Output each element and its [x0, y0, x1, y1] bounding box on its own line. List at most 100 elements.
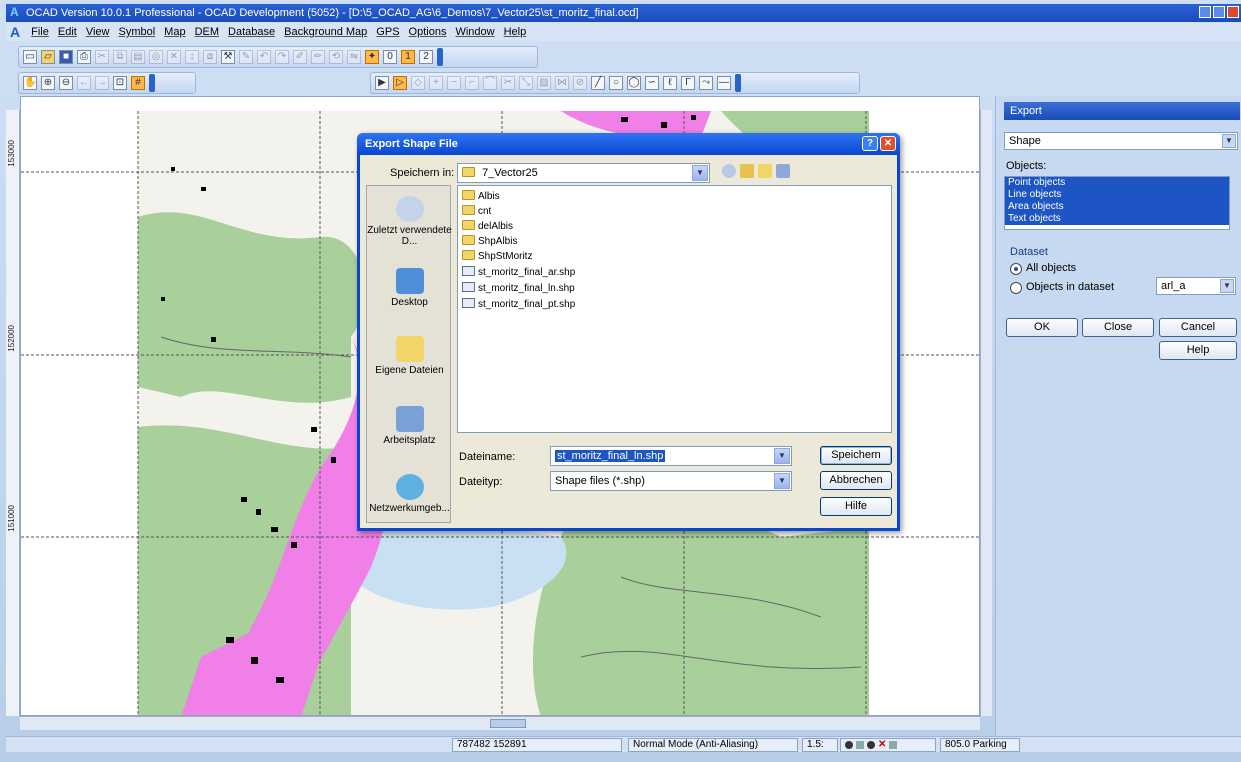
open-folder-icon[interactable]: ▱	[41, 50, 55, 64]
layer-icon[interactable]	[889, 741, 898, 749]
menu-dem[interactable]: DEM	[195, 26, 219, 38]
list-item[interactable]: cnt	[462, 205, 491, 219]
list-item[interactable]: ShpStMoritz	[462, 250, 532, 264]
select-arrow-icon[interactable]: ▶	[375, 76, 389, 90]
delete-icon[interactable]: ✕	[167, 50, 181, 64]
ok-button[interactable]: OK	[1006, 318, 1078, 337]
copy-icon[interactable]: ⧉	[113, 50, 127, 64]
horizontal-scrollbar[interactable]	[20, 716, 980, 730]
all-objects-radio[interactable]	[1010, 263, 1022, 275]
symbol-state-icon[interactable]: ✦	[365, 50, 379, 64]
fill-icon[interactable]: ▨	[537, 76, 551, 90]
close-icon[interactable]: ✕	[878, 739, 886, 751]
back-arrow-icon[interactable]: ←	[77, 76, 91, 90]
mirror-icon[interactable]: ⇋	[347, 50, 361, 64]
close-button[interactable]	[1227, 6, 1239, 18]
place-my-computer[interactable]: Arbeitsplatz	[367, 406, 452, 446]
menu-view[interactable]: View	[86, 26, 110, 38]
file-list[interactable]: Albis cnt delAlbis ShpAlbis ShpStMoritz …	[457, 185, 892, 433]
menu-window[interactable]: Window	[455, 26, 494, 38]
binoculars-icon[interactable]: ◎	[149, 50, 163, 64]
new-file-icon[interactable]: ▭	[23, 50, 37, 64]
numeric-mode-icon[interactable]: —	[717, 76, 731, 90]
place-recent[interactable]: Zuletzt verwendete D...	[367, 196, 452, 247]
list-item[interactable]: Text objects	[1005, 213, 1229, 225]
chevron-down-icon[interactable]: ▼	[774, 473, 790, 489]
close-icon[interactable]: ✕	[880, 136, 896, 151]
format-select[interactable]: Shape ▼	[1004, 132, 1238, 150]
forward-arrow-icon[interactable]: →	[95, 76, 109, 90]
hammer-icon[interactable]: ⚒	[221, 50, 235, 64]
merge-icon[interactable]: ⋈	[555, 76, 569, 90]
filename-input[interactable]: st_moritz_final_ln.shp ▼	[550, 446, 792, 466]
chevron-down-icon[interactable]: ▼	[774, 448, 790, 464]
menu-help[interactable]: Help	[504, 26, 527, 38]
maximize-button[interactable]	[1213, 6, 1225, 18]
menu-symbol[interactable]: Symbol	[118, 26, 155, 38]
add-vertex-icon[interactable]: +	[429, 76, 443, 90]
list-item[interactable]: delAlbis	[462, 220, 513, 234]
chevron-down-icon[interactable]: ▼	[692, 165, 708, 181]
edit-icon[interactable]: ✎	[239, 50, 253, 64]
print-icon[interactable]: ⎙	[77, 50, 91, 64]
chevron-down-icon[interactable]: ▼	[1220, 279, 1234, 293]
move-icon[interactable]: ↕	[185, 50, 199, 64]
layer-1-icon[interactable]: 1	[401, 50, 415, 64]
redo-icon[interactable]: ↷	[275, 50, 289, 64]
toolbar-grip[interactable]	[149, 74, 155, 92]
scrollbar-thumb[interactable]	[490, 719, 526, 728]
eye-icon[interactable]	[845, 741, 853, 749]
reshape-icon[interactable]: ⤡	[519, 76, 533, 90]
objects-list[interactable]: Point objects Line objects Area objects …	[1004, 176, 1230, 230]
place-desktop[interactable]: Desktop	[367, 268, 452, 308]
rectangle-mode-icon[interactable]: Γ	[681, 76, 695, 90]
menu-options[interactable]: Options	[409, 26, 447, 38]
menu-database[interactable]: Database	[228, 26, 275, 38]
layer-2-icon[interactable]: 2	[419, 50, 433, 64]
toolbar-grip[interactable]	[735, 74, 741, 92]
undo-icon[interactable]: ↶	[257, 50, 271, 64]
circle-icon[interactable]: ◯	[627, 76, 641, 90]
menu-file[interactable]: File	[31, 26, 49, 38]
layer-0-icon[interactable]: 0	[383, 50, 397, 64]
place-network[interactable]: Netzwerkumgeb...	[367, 474, 452, 514]
cut-hole-icon[interactable]: ⊘	[573, 76, 587, 90]
pen-icon[interactable]: ✐	[293, 50, 307, 64]
up-folder-icon[interactable]	[740, 164, 754, 178]
edit-object-icon[interactable]: ▷	[393, 76, 407, 90]
eye-icon[interactable]	[867, 741, 875, 749]
filetype-select[interactable]: Shape files (*.shp) ▼	[550, 471, 792, 491]
list-item[interactable]: Point objects	[1005, 177, 1229, 189]
dataset-select[interactable]: arl_a ▼	[1156, 277, 1236, 295]
entire-map-icon[interactable]: ⊡	[113, 76, 127, 90]
chevron-down-icon[interactable]: ▼	[1222, 134, 1236, 148]
hand-pan-icon[interactable]: ✋	[23, 76, 37, 90]
help-icon[interactable]: ?	[862, 136, 878, 151]
menu-background-map[interactable]: Background Map	[284, 26, 367, 38]
freehand-icon[interactable]: ℓ	[663, 76, 677, 90]
zoom-in-icon[interactable]: ⊕	[41, 76, 55, 90]
help-button[interactable]: Hilfe	[820, 497, 892, 516]
curve-icon[interactable]: ⌒	[483, 76, 497, 90]
menu-gps[interactable]: GPS	[376, 26, 399, 38]
brush-icon[interactable]: ✏	[311, 50, 325, 64]
grid-icon[interactable]: #	[131, 76, 145, 90]
save-icon[interactable]: ■	[59, 50, 73, 64]
zoom-out-icon[interactable]: ⊖	[59, 76, 73, 90]
rotate-icon[interactable]: ⟲	[329, 50, 343, 64]
list-item[interactable]: st_moritz_final_pt.shp	[462, 298, 575, 312]
cut-object-icon[interactable]: ✂	[501, 76, 515, 90]
list-item[interactable]: st_moritz_final_ln.shp	[462, 282, 575, 296]
look-in-combo[interactable]: 7_Vector25 ▼	[457, 163, 710, 183]
menu-map[interactable]: Map	[164, 26, 185, 38]
place-my-documents[interactable]: Eigene Dateien	[367, 336, 452, 376]
corner-icon[interactable]: ⌐	[465, 76, 479, 90]
duplicate-icon[interactable]: ⧈	[203, 50, 217, 64]
list-item[interactable]: ShpAlbis	[462, 235, 517, 249]
list-item[interactable]: Line objects	[1005, 189, 1229, 201]
menu-edit[interactable]: Edit	[58, 26, 77, 38]
list-item[interactable]: st_moritz_final_ar.shp	[462, 266, 575, 280]
vertical-scrollbar[interactable]	[980, 110, 992, 716]
new-folder-icon[interactable]	[758, 164, 772, 178]
cancel-button[interactable]: Abbrechen	[820, 471, 892, 490]
